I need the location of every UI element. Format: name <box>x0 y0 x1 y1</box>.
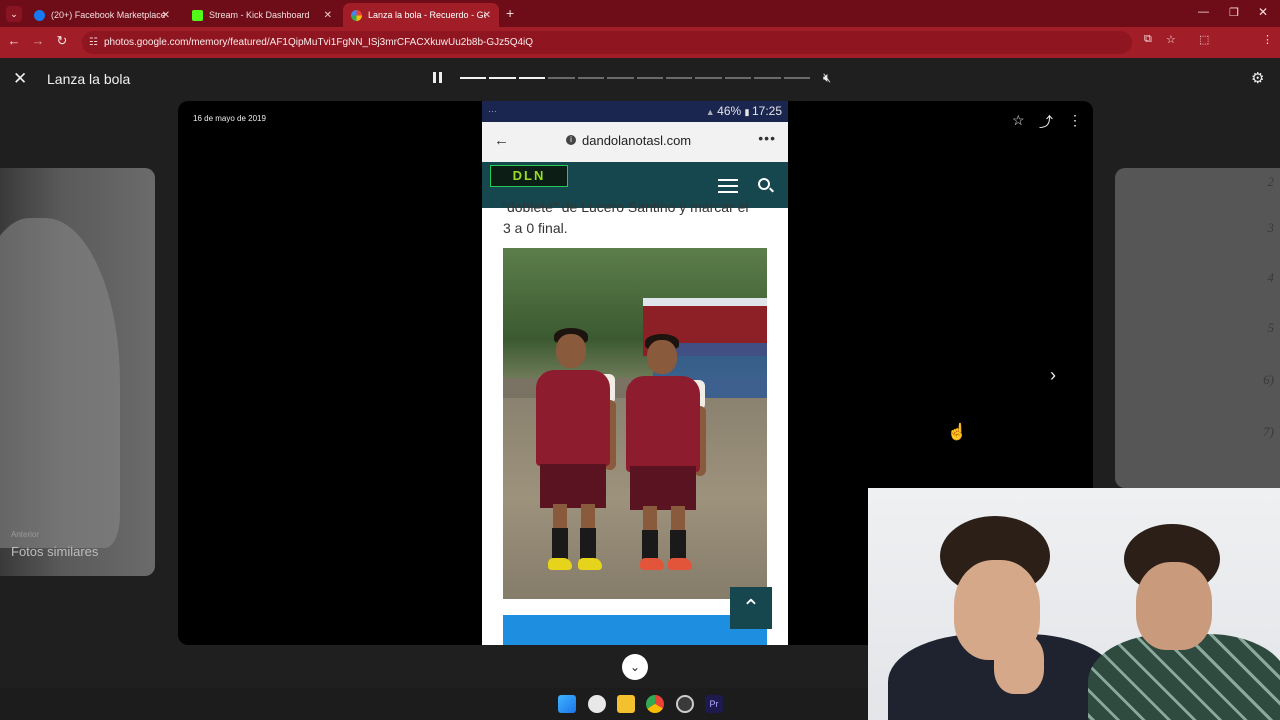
cast-icon[interactable]: ⧉ <box>1144 33 1152 46</box>
settings-gear-icon[interactable]: ⚙ <box>1251 69 1264 87</box>
windows-start-icon[interactable] <box>558 695 576 713</box>
progress-segment <box>489 77 516 79</box>
progress-segment <box>724 77 752 79</box>
favorite-star-icon[interactable]: ☆ <box>1012 112 1025 129</box>
extensions-icon[interactable]: ⬚ <box>1199 33 1209 46</box>
battery-percent: 46% <box>717 104 742 118</box>
url-text: photos.google.com/memory/featured/AF1Qip… <box>104 37 534 48</box>
next-content-block <box>503 615 767 645</box>
close-icon[interactable]: ✕ <box>162 10 170 21</box>
mute-icon[interactable]: 🔇︎ <box>823 70 831 86</box>
article-text: 3 a 0 final. <box>503 220 568 236</box>
tab-title: Lanza la bola - Recuerdo - Goo <box>368 10 486 20</box>
battery-icon: ▮ <box>744 107 752 117</box>
share-icon[interactable]: ⤴ <box>1039 112 1053 132</box>
chrome-icon[interactable] <box>646 695 664 713</box>
close-icon[interactable]: ✕ <box>13 69 27 89</box>
phone-status-bar: … ▲ 46% ▮ 17:25 <box>482 101 788 122</box>
window-close-icon[interactable]: ✕ <box>1258 5 1268 19</box>
tab-kick[interactable]: Stream - Kick Dashboard ✕ <box>184 3 340 27</box>
facebook-icon <box>34 9 45 21</box>
close-icon[interactable]: ✕ <box>324 10 332 21</box>
browser-tab-bar: ⌄ (20+) Facebook Marketplace | F ✕ Strea… <box>0 0 1280 27</box>
site-info-icon[interactable]: ☷ <box>89 31 98 54</box>
more-dots-icon[interactable]: ••• <box>758 130 776 146</box>
back-icon[interactable]: ← <box>5 33 23 48</box>
previous-memory-card[interactable] <box>0 168 155 576</box>
previous-caption: Anterior <box>11 530 40 539</box>
previous-memory-label[interactable]: Fotos similares <box>11 544 98 559</box>
signal-icon: ▲ <box>705 107 718 117</box>
browser-menu-icon[interactable]: ⋮ <box>1262 33 1273 46</box>
story-progress-bar <box>460 77 811 79</box>
app-icon[interactable] <box>676 695 694 713</box>
progress-segment <box>695 77 722 79</box>
next-memory-card[interactable]: 2 3 4 5 6) 7) <box>1115 168 1280 488</box>
hand-cursor-icon: ☝ <box>947 424 967 441</box>
team-photo <box>503 248 767 599</box>
progress-segment <box>460 77 487 79</box>
tab-title: (20+) Facebook Marketplace | F <box>51 10 169 20</box>
reload-icon[interactable]: ↻ <box>53 33 71 49</box>
notebook-number: 3 <box>1267 220 1275 235</box>
status-right: ▲ 46% ▮ 17:25 <box>706 104 782 118</box>
file-explorer-icon[interactable] <box>617 695 635 713</box>
next-chevron-icon[interactable]: › <box>1050 365 1056 386</box>
progress-segment <box>665 77 693 79</box>
webcam-overlay <box>868 488 1280 720</box>
scroll-down-chevron-icon[interactable]: ⌄ <box>622 654 648 680</box>
progress-segment <box>607 77 634 79</box>
back-arrow-icon[interactable]: ← <box>494 132 509 149</box>
progress-segment <box>518 77 546 79</box>
google-photos-icon <box>351 9 362 21</box>
minimize-icon[interactable]: — <box>1198 6 1209 18</box>
progress-segment <box>636 77 663 79</box>
pause-icon[interactable] <box>433 72 443 83</box>
scroll-to-top-icon[interactable]: ⌃ <box>730 587 772 629</box>
progress-segment <box>754 77 781 79</box>
tab-title: Stream - Kick Dashboard <box>209 10 310 20</box>
new-tab-icon[interactable]: + <box>506 5 514 21</box>
notebook-number: 7) <box>1263 424 1274 439</box>
mobile-browser-bar: ← i dandolanotasl.com ••• <box>482 122 788 162</box>
clock-time: 17:25 <box>751 104 782 118</box>
more-options-icon[interactable]: ⋮ <box>1068 112 1082 129</box>
photo-date: 16 de mayo de 2019 <box>193 114 266 123</box>
bookmark-star-icon[interactable]: ☆ <box>1166 33 1176 46</box>
search-app-icon[interactable] <box>588 695 606 713</box>
notebook-number: 2 <box>1267 174 1275 189</box>
notebook-number: 4 <box>1267 270 1275 285</box>
info-icon: i <box>566 135 576 145</box>
kick-icon <box>192 9 203 21</box>
premiere-pro-icon[interactable]: Pr <box>705 695 723 713</box>
phone-screenshot: … ▲ 46% ▮ 17:25 ← i dandolanotasl.com ••… <box>482 101 788 645</box>
restore-icon[interactable]: ❐ <box>1229 6 1239 19</box>
browser-toolbar: ← → ↻ ☷ photos.google.com/memory/feature… <box>0 27 1280 76</box>
notebook-number: 5 <box>1267 320 1275 335</box>
progress-segment <box>548 77 575 79</box>
progress-segment <box>783 77 811 79</box>
search-icon[interactable] <box>758 178 770 190</box>
notebook-number: 6) <box>1263 372 1274 387</box>
site-logo: DLN <box>490 165 568 187</box>
close-icon[interactable]: ✕ <box>483 10 491 21</box>
site-domain: dandolanotasl.com <box>582 133 692 148</box>
forward-icon[interactable]: → <box>29 33 47 48</box>
tab-facebook[interactable]: (20+) Facebook Marketplace | F ✕ <box>26 3 178 27</box>
tab-google-photos[interactable]: Lanza la bola - Recuerdo - Goo ✕ <box>343 3 499 27</box>
article-text-clipped: "doblete" de Lucero Santino y marcar el <box>502 199 749 215</box>
previous-photo-thumbnail <box>0 218 120 548</box>
progress-segment <box>577 77 605 79</box>
windows-taskbar: Pr <box>0 688 868 720</box>
notification-icons: … <box>488 104 497 114</box>
tab-search-icon[interactable]: ⌄ <box>6 6 22 22</box>
hamburger-menu-icon[interactable] <box>718 179 738 193</box>
address-bar[interactable]: ☷ photos.google.com/memory/featured/AF1Q… <box>82 31 1132 54</box>
memory-title: Lanza la bola <box>47 71 131 87</box>
